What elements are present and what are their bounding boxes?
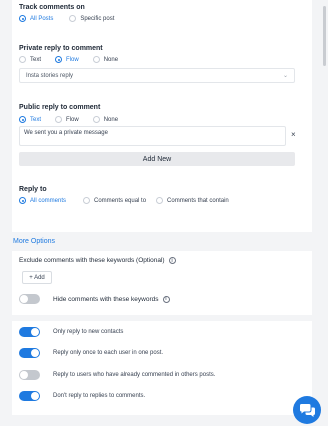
radio-public-flow[interactable]: Flow (55, 116, 79, 123)
private-reply-radio-group: Text Flow None (19, 56, 118, 63)
radio-label: None (103, 56, 119, 63)
chevron-down-icon: ⌄ (282, 73, 288, 79)
info-icon[interactable]: i (168, 257, 176, 264)
reply-to-title: Reply to (19, 186, 47, 193)
radio-all-comments[interactable]: All comments (19, 197, 66, 204)
radio-off-icon (156, 197, 164, 204)
option-label: Don't reply to replies to comments. (53, 393, 146, 399)
radio-on-icon (19, 15, 26, 22)
radio-label: All comments (30, 197, 67, 204)
radio-label: Text (30, 116, 42, 123)
reply-options-card: Only reply to new contacts Reply only on… (12, 321, 312, 415)
radio-label: Comments equal to (94, 197, 147, 204)
comment-settings-card: Track comments on All Posts Specific pos… (12, 0, 312, 232)
radio-private-text[interactable]: Text (19, 56, 41, 63)
radio-label: Flow (66, 56, 79, 63)
track-radio-group: All Posts Specific post (19, 15, 114, 22)
track-comments-title: Track comments on (19, 4, 85, 11)
radio-off-icon (83, 197, 91, 204)
radio-specific-post[interactable]: Specific post (69, 15, 114, 22)
public-reply-title: Public reply to comment (19, 104, 101, 111)
public-reply-textarea[interactable]: We sent you a private message (19, 126, 286, 146)
reply-to-radio-group: All comments Comments equal to Comments … (19, 197, 229, 204)
radio-off-icon (92, 116, 100, 123)
add-new-button[interactable]: Add New (19, 152, 295, 166)
chat-button[interactable] (293, 396, 321, 424)
radio-on-icon (19, 197, 26, 204)
option-toggle[interactable] (19, 348, 40, 358)
option-label: Reply only once to each user in one post… (53, 350, 164, 356)
option-label: Only reply to new contacts (53, 329, 124, 335)
keywords-card: Exclude comments with these keywords (Op… (12, 251, 312, 315)
hide-comments-row: Hide comments with these keywords i (19, 294, 170, 304)
radio-label: Comments that contain (167, 197, 229, 204)
radio-off-icon (69, 15, 77, 22)
radio-label: All Posts (30, 15, 54, 22)
option-label: Reply to users who have already commente… (53, 372, 216, 378)
radio-label: None (103, 116, 119, 123)
radio-private-none[interactable]: None (92, 56, 119, 63)
flow-select-value: Insta stories reply (26, 72, 74, 79)
public-reply-radio-group: Text Flow None (19, 116, 118, 123)
radio-all-posts[interactable]: All Posts (19, 15, 53, 22)
private-reply-title: Private reply to comment (19, 45, 103, 52)
radio-label: Text (30, 56, 42, 63)
radio-comments-equal[interactable]: Comments equal to (83, 197, 146, 204)
radio-private-flow[interactable]: Flow (55, 56, 79, 63)
hide-comments-text: Hide comments with these keywords (53, 295, 159, 303)
radio-public-text[interactable]: Text (19, 116, 41, 123)
option-row: Don't reply to replies to comments. (19, 391, 145, 401)
radio-on-icon (55, 56, 63, 63)
hide-comments-toggle[interactable] (19, 294, 40, 304)
chat-bubbles-icon (299, 403, 315, 417)
exclude-keywords-text: Exclude comments with these keywords (Op… (19, 257, 165, 264)
option-row: Only reply to new contacts (19, 327, 123, 337)
radio-off-icon (19, 56, 26, 63)
radio-off-icon (55, 116, 63, 123)
radio-label: Flow (66, 116, 79, 123)
option-toggle[interactable] (19, 391, 40, 401)
option-row: Reply only once to each user in one post… (19, 348, 163, 358)
more-options-link[interactable]: More Options (13, 238, 55, 245)
hide-comments-label: Hide comments with these keywords i (53, 295, 170, 303)
radio-off-icon (92, 56, 100, 63)
option-toggle[interactable] (19, 370, 40, 380)
scrollbar[interactable] (323, 6, 326, 66)
exclude-keywords-label: Exclude comments with these keywords (Op… (19, 257, 305, 264)
radio-comments-contain[interactable]: Comments that contain (156, 197, 229, 204)
option-row: Reply to users who have already commente… (19, 370, 215, 380)
option-toggle[interactable] (19, 327, 40, 337)
radio-public-none[interactable]: None (92, 116, 119, 123)
close-icon[interactable]: × (291, 130, 296, 139)
add-keyword-button[interactable]: + Add (22, 271, 52, 284)
radio-label: Specific post (80, 15, 115, 22)
info-icon[interactable]: i (162, 295, 170, 303)
flow-select[interactable]: Insta stories reply ⌄ (19, 68, 295, 83)
radio-on-icon (19, 116, 26, 123)
